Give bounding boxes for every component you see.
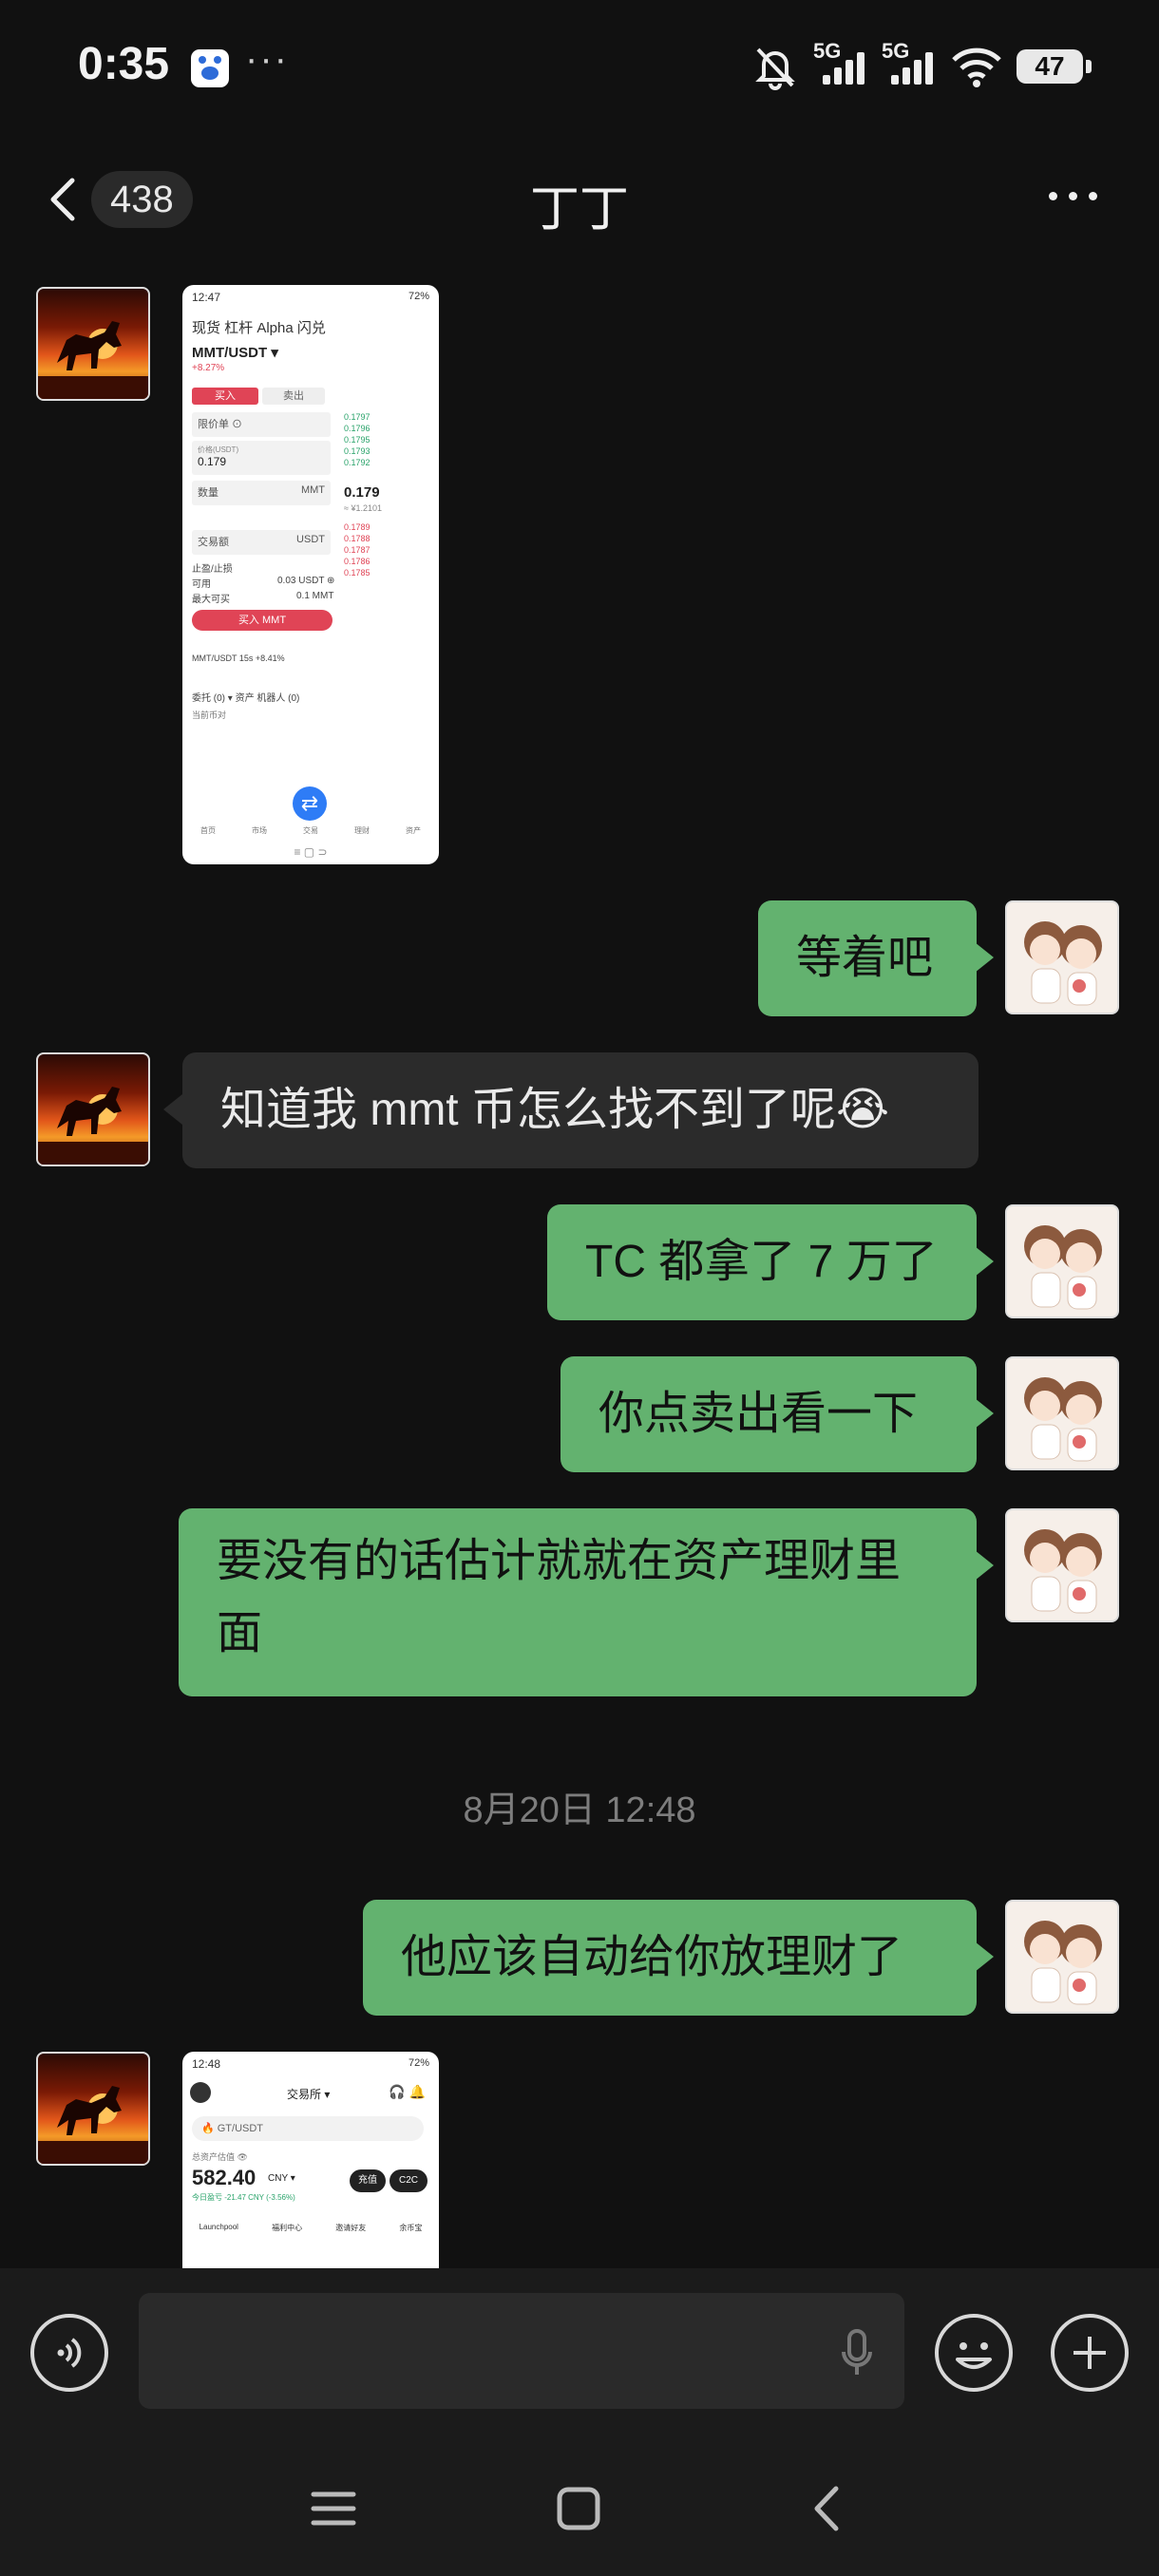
message-bubble[interactable]: 他应该自动给你放理财了: [363, 1900, 977, 2016]
cell-signal-1-icon: 5G: [813, 39, 868, 90]
more-options-icon[interactable]: [1045, 184, 1102, 207]
plus-icon: [1074, 2337, 1106, 2369]
smiley-icon: [956, 2342, 992, 2369]
battery-indicator: 47: [1016, 49, 1092, 84]
my-avatar[interactable]: [1005, 1900, 1119, 2014]
cell-signal-2-icon: 5G: [882, 39, 937, 90]
message-text-field[interactable]: [139, 2293, 904, 2409]
voice-wave-icon: [57, 2338, 82, 2368]
message-bubble[interactable]: 等着吧: [758, 900, 977, 1016]
add-attachment-button[interactable]: [1051, 2314, 1129, 2392]
my-avatar[interactable]: [1005, 1204, 1119, 1318]
microphone-icon[interactable]: [838, 2327, 876, 2380]
mini-pair: MMT/USDT ▾: [192, 345, 278, 361]
anime-avatar-image: [1024, 1921, 1102, 2005]
status-bar: 0:35 ··· 5G 5G 47: [0, 0, 1159, 133]
menu-icon[interactable]: [310, 2485, 357, 2532]
chat-title: 丁丁: [529, 182, 629, 237]
emoji-button[interactable]: [935, 2314, 1013, 2392]
chat-header: 438 丁丁: [0, 152, 1159, 247]
paw-app-icon: [191, 49, 229, 87]
anime-avatar-image: [1024, 1377, 1102, 1462]
clock: 0:35: [78, 39, 170, 89]
horse-sunset-image: [38, 1087, 148, 1165]
mini-tabs: 现货 杠杆 Alpha 闪兑: [192, 320, 326, 336]
contact-avatar[interactable]: [36, 2052, 150, 2166]
wallet-screenshot-image[interactable]: 12:48 72% 交易所 ▾ 🎧 🔔 🔥 GT/USDT 总资产估值 👁 58…: [182, 2052, 439, 2268]
horse-sunset-image: [38, 2086, 148, 2164]
back-nav-icon[interactable]: [804, 2485, 851, 2532]
contact-avatar[interactable]: [36, 287, 150, 401]
anime-avatar-image: [1024, 1529, 1102, 1614]
my-avatar[interactable]: [1005, 1508, 1119, 1622]
message-bubble[interactable]: 你点卖出看一下: [560, 1356, 977, 1472]
anime-avatar-image: [1024, 921, 1102, 1006]
anime-avatar-image: [1024, 1225, 1102, 1310]
voice-mode-button[interactable]: [30, 2314, 108, 2392]
message-bubble[interactable]: 要没有的话估计就就在资产理财里面: [179, 1508, 977, 1696]
chat-timestamp: 8月20日 12:48: [463, 1790, 696, 1830]
horse-sunset-image: [38, 321, 148, 399]
contact-avatar[interactable]: [36, 1052, 150, 1166]
status-icons: 5G 5G 47: [750, 38, 1092, 95]
home-square-icon[interactable]: [555, 2485, 602, 2532]
wifi-icon: [952, 47, 1001, 87]
system-navigation-bar: [0, 2437, 1159, 2576]
message-input-bar: [0, 2268, 1159, 2437]
message-bubble[interactable]: TC 都拿了 7 万了: [547, 1204, 977, 1320]
more-notifications-icon: ···: [245, 38, 289, 80]
my-avatar[interactable]: [1005, 900, 1119, 1014]
trading-screenshot-image[interactable]: 12:47 72% 现货 杠杆 Alpha 闪兑 MMT/USDT ▾ +8.2…: [182, 285, 439, 864]
mute-bell-icon: [755, 47, 795, 90]
message-bubble[interactable]: 知道我 mmt 币怎么找不到了呢😭: [182, 1052, 978, 1168]
my-avatar[interactable]: [1005, 1356, 1119, 1470]
